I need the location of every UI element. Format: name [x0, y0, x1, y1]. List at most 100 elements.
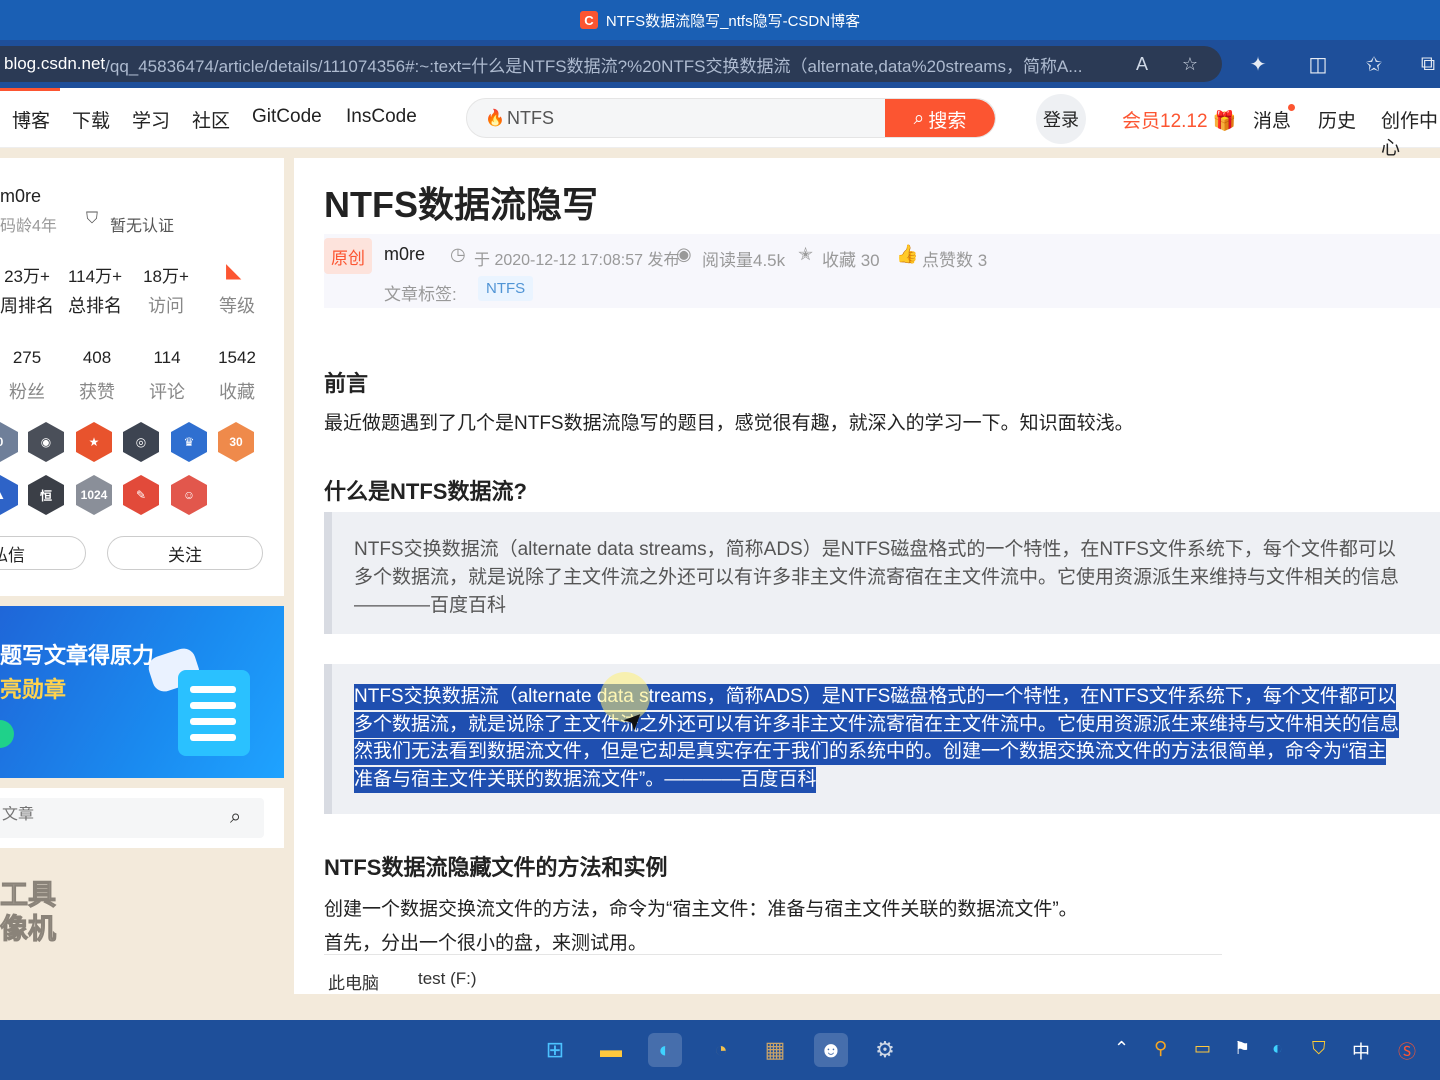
create-center-link[interactable]: 创作中心	[1381, 106, 1440, 160]
method-paragraph-1: 创建一个数据交换流文件的方法，命令为“宿主文件：准备与宿主文件关联的数据流文件”…	[324, 899, 1078, 920]
article-main: NTFS数据流隐写 原创 m0re ◷ 于 2020-12-12 17:08:5…	[294, 158, 1440, 994]
stat-visits-value: 18万+	[143, 267, 189, 286]
message-dot	[1288, 104, 1295, 111]
sidebar-search-box: ⌕	[0, 798, 264, 838]
private-message-button[interactable]: 私信	[0, 536, 86, 570]
favorite-count[interactable]: 收藏 30	[822, 246, 880, 271]
nav-blog[interactable]: 博客	[12, 106, 50, 133]
thumbs-up-icon[interactable]: 👍	[896, 244, 918, 265]
profile-name[interactable]: m0re	[0, 186, 41, 207]
hot-flame-icon: 🔥	[485, 110, 505, 127]
stat-week-rank-label: 周排名	[0, 296, 54, 316]
article-author[interactable]: m0re	[384, 244, 425, 265]
gift-icon: 🎁	[1212, 111, 1237, 132]
nav-community[interactable]: 社区	[192, 106, 230, 133]
document-list-icon	[178, 670, 250, 756]
favorite-star-icon[interactable]: ☆	[1178, 52, 1202, 76]
windows-taskbar: ⊞ ▬ ◐ ◔ ▦ ☻ ⚙ ⌃ ⚲ ▭ ⚑ ◐ ⛉ 中 Ⓢ	[0, 1020, 1440, 1080]
app-grid-icon[interactable]: ▦	[758, 1033, 792, 1067]
thirty-badge-icon[interactable]: 30	[218, 422, 254, 462]
tag-label: 文章标签:	[384, 285, 457, 304]
stat-visits-label: 访问	[148, 296, 184, 316]
article-title: NTFS数据流隐写	[324, 184, 598, 225]
selected-text-line[interactable]: NTFS交换数据流（alternate data streams，简称ADS）是…	[354, 684, 1396, 710]
messages-link[interactable]: 消息	[1253, 106, 1291, 133]
monkey-badge-icon[interactable]: ☺	[171, 475, 207, 515]
quote1-line: NTFS交换数据流（alternate data streams，简称ADS）是…	[354, 539, 1396, 560]
explorer-screenshot: 此电脑 test (F:)	[324, 954, 1222, 994]
tool-line1: 工具	[0, 879, 57, 911]
1024-badge-icon[interactable]: 1024	[76, 475, 112, 515]
edge-browser-icon[interactable]: ◐	[648, 1033, 682, 1067]
vip-link[interactable]: 会员12.12 🎁	[1122, 106, 1237, 133]
stat-total-rank-value: 114万+	[67, 267, 123, 286]
stat-level-label: 等级	[219, 296, 255, 316]
tray-folder-icon[interactable]: ▭	[1194, 1038, 1211, 1059]
windows-start-icon[interactable]: ⊞	[538, 1033, 572, 1067]
split-screen-icon[interactable]: ◫	[1304, 50, 1332, 78]
search-input[interactable]	[507, 105, 867, 131]
favorites-icon[interactable]: ✩	[1360, 50, 1388, 78]
year-badge-icon[interactable]: ◎	[123, 422, 159, 462]
like-count[interactable]: 点赞数 3	[922, 246, 987, 271]
article-tag[interactable]: NTFS	[478, 276, 534, 301]
sidebar-search: ⌕	[0, 788, 284, 848]
nav-learn[interactable]: 学习	[132, 106, 170, 133]
stat-favorites-value: 1542	[218, 348, 256, 367]
profile-code-age: 码龄4年	[0, 218, 57, 235]
banner-line1: 题写文章得原力	[0, 643, 155, 668]
search-button[interactable]: ⌕ 搜索	[885, 99, 995, 137]
medal-badge-icon[interactable]: ★	[76, 422, 112, 462]
collections-icon[interactable]: ⧉	[1414, 50, 1440, 78]
stat-fans-value[interactable]: 275	[0, 348, 62, 368]
settings-gear-icon[interactable]: ⚙	[868, 1033, 902, 1067]
extensions-icon[interactable]: ✦	[1244, 50, 1272, 78]
stat-total-rank-label: 总排名	[68, 296, 122, 316]
tray-search-icon[interactable]: ⚲	[1154, 1038, 1167, 1059]
badge-icon[interactable]: 0	[0, 422, 18, 462]
url-host: blog.csdn.net	[4, 54, 106, 73]
tray-chevron-up-icon[interactable]: ⌃	[1114, 1038, 1129, 1059]
blue-badge-icon[interactable]: ▲	[0, 475, 18, 515]
follow-button[interactable]: 关注	[107, 536, 263, 570]
promo-banner[interactable]: 题写文章得原力 亮勋章	[0, 606, 284, 778]
persist-badge-icon[interactable]: 恒	[28, 475, 64, 515]
tray-edge-icon[interactable]: ◐	[1272, 1038, 1283, 1059]
url-path: /qq_45836474/article/details/111074356#:…	[105, 56, 1083, 76]
original-badge: 原创	[324, 238, 372, 274]
nav-inscode[interactable]: InsCode	[346, 106, 417, 128]
nav-gitcode[interactable]: GitCode	[252, 106, 322, 128]
section-intro-heading: 前言	[324, 371, 369, 396]
selected-text-line[interactable]: 多个数据流，就是说除了主文件流之外还可以有许多非主文件流寄宿在主文件流中。它使用…	[354, 712, 1400, 738]
address-bar[interactable]: blog.csdn.net/qq_45836474/article/detail…	[0, 46, 1222, 82]
ime-indicator[interactable]: 中	[1352, 1038, 1370, 1064]
tray-shield-icon[interactable]: ⛉	[1312, 1038, 1326, 1059]
method-paragraph-2: 首先，分出一个很小的盘，来测试用。	[324, 933, 648, 954]
pen-badge-icon[interactable]: ✎	[123, 475, 159, 515]
intro-paragraph: 最近做题遇到了几个是NTFS数据流隐写的题目，感觉很有趣，就深入的学习一下。知识…	[324, 413, 1134, 434]
clock-icon: ◷	[450, 244, 466, 264]
favorite-icon[interactable]: ✭	[798, 244, 813, 265]
search-icon[interactable]: ⌕	[230, 806, 241, 829]
selected-text-line[interactable]: 然我们无法看到数据流文件，但是它却是真实存在于我们的系统中的。创建一个数据交换流…	[354, 739, 1387, 765]
selected-text-line[interactable]: 准备与宿主文件关联的数据流文件”。————百度百科	[354, 767, 817, 793]
read-count: 阅读量4.5k	[702, 251, 786, 270]
stat-likes-label: 获赞	[79, 382, 115, 402]
login-button[interactable]: 登录	[1036, 94, 1086, 144]
search-icon: ⌕	[913, 108, 925, 129]
trophy-badge-icon[interactable]: ♛	[171, 422, 207, 462]
qq-icon[interactable]: ☻	[814, 1033, 848, 1067]
tray-sogou-icon[interactable]: Ⓢ	[1398, 1038, 1416, 1064]
file-explorer-icon[interactable]: ▬	[594, 1033, 628, 1067]
explorer-this-pc: 此电脑	[328, 974, 379, 993]
read-aloud-icon[interactable]: A	[1130, 52, 1154, 76]
banner-dot-icon	[0, 720, 14, 748]
tray-bookmark-icon[interactable]: ⚑	[1234, 1038, 1250, 1059]
history-link[interactable]: 历史	[1318, 106, 1356, 133]
quote1-line: ————百度百科	[354, 595, 507, 616]
sidebar-search-input[interactable]	[2, 806, 202, 824]
app-swirl-icon[interactable]: ◔	[704, 1033, 738, 1067]
github-badge-icon[interactable]: ◉	[28, 422, 64, 462]
nav-download[interactable]: 下载	[72, 106, 110, 133]
nav-active-indicator	[0, 88, 60, 91]
